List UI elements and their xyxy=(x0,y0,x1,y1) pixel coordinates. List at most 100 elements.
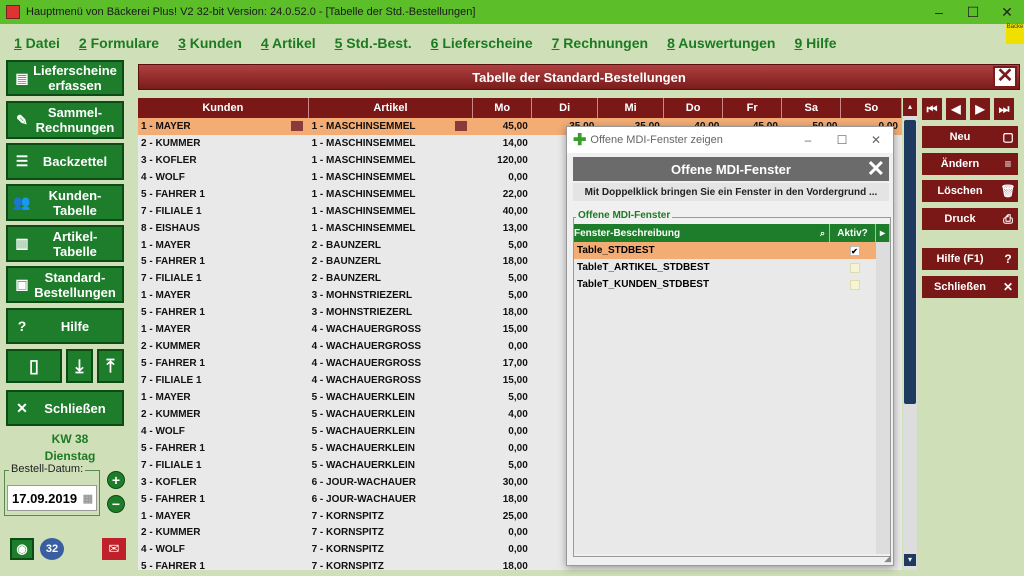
table-cell[interactable]: 5,00 xyxy=(473,237,532,254)
table-cell[interactable]: 3 - KOFLER xyxy=(138,152,309,169)
table-cell[interactable]: 0,00 xyxy=(473,169,532,186)
table-cell[interactable]: 5,00 xyxy=(473,287,532,304)
upload-button[interactable]: ⤒ xyxy=(97,349,124,383)
artikel-tabelle-button[interactable]: ▥ Artikel-Tabelle xyxy=(6,225,124,262)
table-cell[interactable]: 1 - MASCHINSEMMEL xyxy=(309,152,474,169)
table-cell[interactable]: 45,00 xyxy=(473,118,532,135)
active-checkbox[interactable]: ✔ xyxy=(849,245,860,256)
table-cell[interactable]: 5 - FAHRER 1 xyxy=(138,491,309,508)
table-cell[interactable]: 7 - KORNSPITZ xyxy=(309,525,474,542)
table-cell[interactable]: 0,00 xyxy=(473,423,532,440)
table-cell[interactable]: 120,00 xyxy=(473,152,532,169)
table-cell[interactable]: 5 - FAHRER 1 xyxy=(138,355,309,372)
table-cell[interactable]: 6 - JOUR-WACHAUER xyxy=(309,474,474,491)
dialog-scrollbar[interactable] xyxy=(876,242,890,554)
scroll-down-button[interactable]: ▾ xyxy=(904,554,916,566)
table-cell[interactable]: 5 - WACHAUERKLEIN xyxy=(309,406,474,423)
table-cell[interactable]: 5 - FAHRER 1 xyxy=(138,186,309,203)
table-cell[interactable]: 3 - KOFLER xyxy=(138,474,309,491)
table-cell[interactable]: 0,00 xyxy=(473,440,532,457)
table-cell[interactable]: 4 - WOLF xyxy=(138,423,309,440)
dialog-maximize-button[interactable]: ☐ xyxy=(825,133,859,147)
table-cell[interactable]: 5,00 xyxy=(473,457,532,474)
minimize-button[interactable]: – xyxy=(922,4,956,20)
table-cell[interactable]: 7 - FILIALE 1 xyxy=(138,203,309,220)
table-cell[interactable]: 1 - MAYER xyxy=(138,237,309,254)
menu-item-1[interactable]: 2 Formulare xyxy=(79,35,159,51)
table-cell[interactable]: 18,00 xyxy=(473,491,532,508)
table-cell[interactable]: 1 - MASCHINSEMMEL xyxy=(309,220,474,237)
menu-item-7[interactable]: 8 Auswertungen xyxy=(667,35,775,51)
maximize-button[interactable]: ☐ xyxy=(956,4,990,21)
table-cell[interactable]: 5 - WACHAUERKLEIN xyxy=(309,389,474,406)
close-window-button[interactable]: ✕ xyxy=(990,4,1024,21)
table-cell[interactable]: 7 - KORNSPITZ xyxy=(309,558,474,570)
table-cell[interactable]: 5 - WACHAUERKLEIN xyxy=(309,457,474,474)
table-cell[interactable]: 25,00 xyxy=(473,508,532,525)
table-cell[interactable]: 1 - MAYER xyxy=(138,389,309,406)
dialog-close-button[interactable]: ✕ xyxy=(859,133,893,147)
table-cell[interactable]: 22,00 xyxy=(473,186,532,203)
table-cell[interactable]: 7 - FILIALE 1 xyxy=(138,372,309,389)
order-date-field[interactable]: 17.09.2019 ▦ xyxy=(7,485,97,511)
dialog-header-close-button[interactable]: ✕ xyxy=(867,157,885,181)
table-cell[interactable]: 1 - MAYER xyxy=(138,287,309,304)
table-cell[interactable]: 1 - MASCHINSEMMEL xyxy=(309,169,474,186)
table-cell[interactable]: 7 - FILIALE 1 xyxy=(138,270,309,287)
table-cell[interactable]: 4 - WACHAUERGROSS xyxy=(309,355,474,372)
table-cell[interactable]: 14,00 xyxy=(473,135,532,152)
table-cell[interactable]: 7 - KORNSPITZ xyxy=(309,541,474,558)
menu-item-3[interactable]: 4 Artikel xyxy=(261,35,316,51)
table-cell[interactable]: 13,00 xyxy=(473,220,532,237)
table-cell[interactable]: 6 - JOUR-WACHAUER xyxy=(309,491,474,508)
column-header-0[interactable]: Kunden xyxy=(138,98,309,118)
column-header-7[interactable]: Sa xyxy=(781,98,842,118)
druck-button[interactable]: Druck ⎙ xyxy=(922,208,1018,230)
next-record-button[interactable]: ▶ xyxy=(970,98,990,120)
menu-item-8[interactable]: 9 Hilfe xyxy=(794,35,836,51)
hilfe-f1-button[interactable]: Hilfe (F1)? xyxy=(922,248,1018,270)
table-cell[interactable]: 8 - EISHAUS xyxy=(138,220,309,237)
table-cell[interactable]: 4 - WOLF xyxy=(138,169,309,186)
column-header-6[interactable]: Fr xyxy=(723,98,782,118)
table-cell[interactable]: 5 - FAHRER 1 xyxy=(138,304,309,321)
table-scrollbar[interactable]: ▴ ▾ xyxy=(903,98,917,570)
table-cell[interactable]: 5 - FAHRER 1 xyxy=(138,558,309,570)
table-cell[interactable]: 1 - MASCHINSEMMEL xyxy=(309,203,474,220)
menu-item-0[interactable]: 1 Datei xyxy=(14,35,60,51)
version-button[interactable]: 32 xyxy=(40,538,64,560)
loeschen-button[interactable]: Löschen 🗑 xyxy=(922,180,1018,202)
lieferscheine-erfassen-button[interactable]: ▤ Lieferscheine erfassen xyxy=(6,60,124,96)
table-cell[interactable]: 5,00 xyxy=(473,389,532,406)
column-header-1[interactable]: Artikel xyxy=(308,98,474,118)
mdi-window-row[interactable]: TableT_KUNDEN_STDBEST xyxy=(574,276,890,293)
camera-button[interactable]: ◉ xyxy=(10,538,34,560)
table-cell[interactable]: 15,00 xyxy=(473,321,532,338)
table-cell[interactable]: 7 - FILIALE 1 xyxy=(138,457,309,474)
active-checkbox[interactable] xyxy=(849,262,860,273)
table-cell[interactable]: 1 - MASCHINSEMMEL xyxy=(309,118,474,135)
table-cell[interactable]: 18,00 xyxy=(473,254,532,271)
search-icon[interactable]: ⌕ xyxy=(820,228,825,239)
mdi-window-row[interactable]: Table_STDBEST ✔ xyxy=(574,242,890,259)
table-cell[interactable]: 2 - BAUNZERL xyxy=(309,237,474,254)
table-cell[interactable]: 5 - FAHRER 1 xyxy=(138,440,309,457)
table-cell[interactable]: 5 - FAHRER 1 xyxy=(138,254,309,271)
col-description-header[interactable]: Fenster-Beschreibung ⌕ xyxy=(574,224,830,242)
scroll-thumb[interactable] xyxy=(904,120,916,404)
schliessen-sidebar-button[interactable]: ✕ Schließen xyxy=(6,390,124,426)
table-cell[interactable]: 2 - KUMMER xyxy=(138,406,309,423)
table-cell[interactable]: 1 - MASCHINSEMMEL xyxy=(309,135,474,152)
column-chooser-button[interactable]: ▸ xyxy=(876,224,890,242)
dropdown-icon[interactable] xyxy=(290,121,303,131)
table-close-button[interactable]: ✕ xyxy=(993,66,1017,88)
table-cell[interactable]: 7 - KORNSPITZ xyxy=(309,508,474,525)
col-active-header[interactable]: Aktiv? xyxy=(830,224,876,242)
backzettel-button[interactable]: ☰ Backzettel xyxy=(6,143,124,180)
table-cell[interactable]: 1 - MAYER xyxy=(138,118,309,135)
table-cell[interactable]: 18,00 xyxy=(473,304,532,321)
column-header-2[interactable]: Mo xyxy=(473,98,532,118)
aendern-button[interactable]: Ändern ≡ xyxy=(922,153,1018,175)
column-header-8[interactable]: So xyxy=(841,98,902,118)
scroll-up-button[interactable]: ▴ xyxy=(903,98,917,116)
